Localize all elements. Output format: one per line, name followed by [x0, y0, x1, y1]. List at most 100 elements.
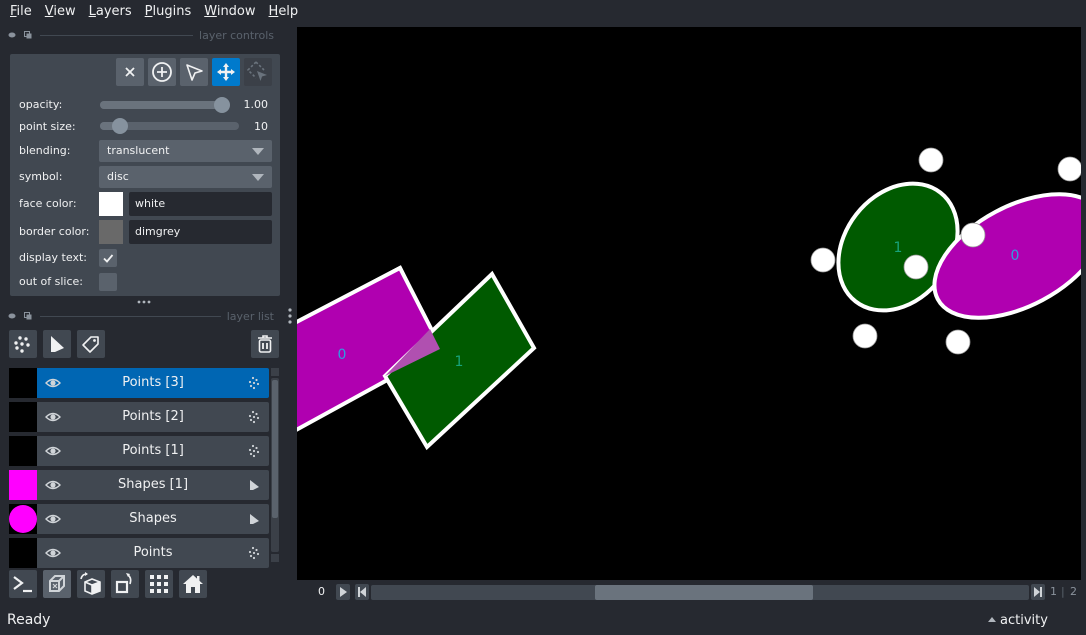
point-marker[interactable]: [810, 247, 836, 273]
layer-row-body[interactable]: Points [1]: [37, 436, 269, 466]
reset-view-button[interactable]: [179, 570, 207, 598]
toggle-ndisplay-button[interactable]: [43, 570, 71, 598]
menu-plugins[interactable]: Plugins: [139, 0, 198, 24]
pointer-arrow-icon: [186, 64, 203, 81]
blending-select[interactable]: translucent: [99, 140, 272, 162]
point-size-slider[interactable]: [100, 118, 239, 134]
viewer-canvas[interactable]: 0 1 1 0: [297, 27, 1081, 580]
layer-name[interactable]: Points [3]: [77, 368, 229, 398]
delete-selected-button[interactable]: [116, 58, 144, 86]
transform-button[interactable]: [244, 58, 272, 86]
layer-row-body[interactable]: Points [2]: [37, 402, 269, 432]
menu-view[interactable]: View: [39, 0, 82, 24]
transpose-dims-button[interactable]: [111, 570, 139, 598]
shapes-layer-icon: [250, 480, 259, 490]
eye-icon[interactable]: [45, 410, 61, 424]
point-marker[interactable]: [852, 323, 878, 349]
symbol-select[interactable]: disc: [99, 166, 272, 188]
layer-thumbnail: [9, 470, 37, 500]
layer-name[interactable]: Points [2]: [77, 402, 229, 432]
layer-row-points-1[interactable]: Points [1]: [9, 436, 269, 466]
eye-icon[interactable]: [45, 546, 61, 560]
layer-row-body[interactable]: Points: [37, 538, 269, 568]
new-shapes-layer-button[interactable]: [43, 330, 71, 358]
point-marker[interactable]: [960, 222, 986, 248]
new-labels-layer-button[interactable]: [77, 330, 105, 358]
layer-thumbnail: [9, 436, 37, 466]
border-color-input[interactable]: dimgrey: [129, 220, 272, 244]
eye-icon[interactable]: [45, 478, 61, 492]
points-layer-icon: [248, 546, 260, 560]
add-points-button[interactable]: [148, 58, 176, 86]
thumbnail-circle: [9, 505, 37, 533]
shape-label: 1: [455, 354, 464, 370]
layer-name[interactable]: Points: [77, 538, 229, 568]
layer-row-body[interactable]: Shapes [1]: [37, 470, 269, 500]
border-color-swatch[interactable]: [99, 220, 123, 244]
play-button[interactable]: [336, 584, 350, 600]
pan-zoom-button[interactable]: [212, 58, 240, 86]
status-message: Ready: [7, 612, 51, 628]
layer-row-shapes-1[interactable]: Shapes [1]: [9, 470, 269, 500]
float-dock-icon[interactable]: [24, 31, 32, 39]
tag-icon: [82, 336, 99, 353]
menu-layers[interactable]: Layers: [83, 0, 138, 24]
total-steps: 2: [1070, 585, 1077, 598]
more-options-icon[interactable]: [287, 307, 293, 325]
layer-row-points[interactable]: Points: [9, 538, 269, 568]
menu-file[interactable]: File: [4, 0, 38, 24]
layer-row-body[interactable]: Shapes: [37, 504, 269, 534]
layer-controls-panel: opacity: 1.00 point size: 10 blending: t…: [10, 54, 280, 296]
eye-icon[interactable]: [45, 512, 61, 526]
splitter-handle[interactable]: [137, 300, 151, 304]
point-size-slider-handle[interactable]: [111, 118, 128, 134]
eye-icon[interactable]: [45, 376, 61, 390]
layer-row-shapes[interactable]: Shapes: [9, 504, 269, 534]
roll-dims-button[interactable]: [77, 570, 105, 598]
close-icon: [125, 67, 135, 77]
chevron-up-icon: [988, 617, 996, 622]
layer-row-points-2[interactable]: Points [2]: [9, 402, 269, 432]
console-button[interactable]: [9, 570, 37, 598]
menu-help[interactable]: Help: [263, 0, 305, 24]
last-frame-button[interactable]: [1031, 584, 1045, 600]
point-marker[interactable]: [1057, 156, 1081, 182]
out-of-slice-checkbox[interactable]: [99, 273, 117, 291]
layer-thumbnail: [9, 402, 37, 432]
first-frame-button[interactable]: [355, 584, 369, 600]
close-dock-icon[interactable]: [8, 312, 16, 320]
point-marker[interactable]: [918, 147, 944, 173]
scroll-down-button[interactable]: [271, 554, 279, 562]
chevron-down-icon: [252, 148, 264, 155]
layer-name[interactable]: Shapes [1]: [77, 470, 229, 500]
layer-name[interactable]: Points [1]: [77, 436, 229, 466]
scroll-up-button[interactable]: [271, 368, 279, 376]
close-dock-icon[interactable]: [8, 31, 16, 39]
opacity-slider-handle[interactable]: [214, 97, 230, 113]
face-color-swatch[interactable]: [99, 192, 123, 216]
layer-row-points-3[interactable]: Points [3]: [9, 368, 269, 398]
point-size-value: 10: [254, 120, 268, 133]
menu-window[interactable]: Window: [198, 0, 261, 24]
display-text-checkbox[interactable]: [99, 249, 117, 267]
layer-row-body[interactable]: Points [3]: [37, 368, 269, 398]
opacity-slider[interactable]: [100, 97, 230, 113]
scrollbar-handle[interactable]: [272, 380, 278, 518]
layer-controls-title: layer controls: [199, 28, 274, 42]
layer-list-scrollbar[interactable]: [271, 368, 279, 562]
grid-view-button[interactable]: [145, 570, 173, 598]
dims-slider[interactable]: [371, 585, 1029, 600]
canvas-border: [1081, 27, 1086, 580]
eye-icon[interactable]: [45, 444, 61, 458]
point-marker[interactable]: [903, 254, 929, 280]
chevron-down-icon: [252, 174, 264, 181]
dims-slider-handle[interactable]: [594, 585, 813, 600]
new-points-layer-button[interactable]: [9, 330, 37, 358]
delete-layer-button[interactable]: [251, 330, 279, 358]
layer-name[interactable]: Shapes: [77, 504, 229, 534]
float-dock-icon[interactable]: [24, 312, 32, 320]
face-color-input[interactable]: white: [129, 192, 272, 216]
point-marker[interactable]: [945, 329, 971, 355]
select-points-button[interactable]: [180, 58, 208, 86]
activity-button[interactable]: activity: [988, 613, 1048, 628]
